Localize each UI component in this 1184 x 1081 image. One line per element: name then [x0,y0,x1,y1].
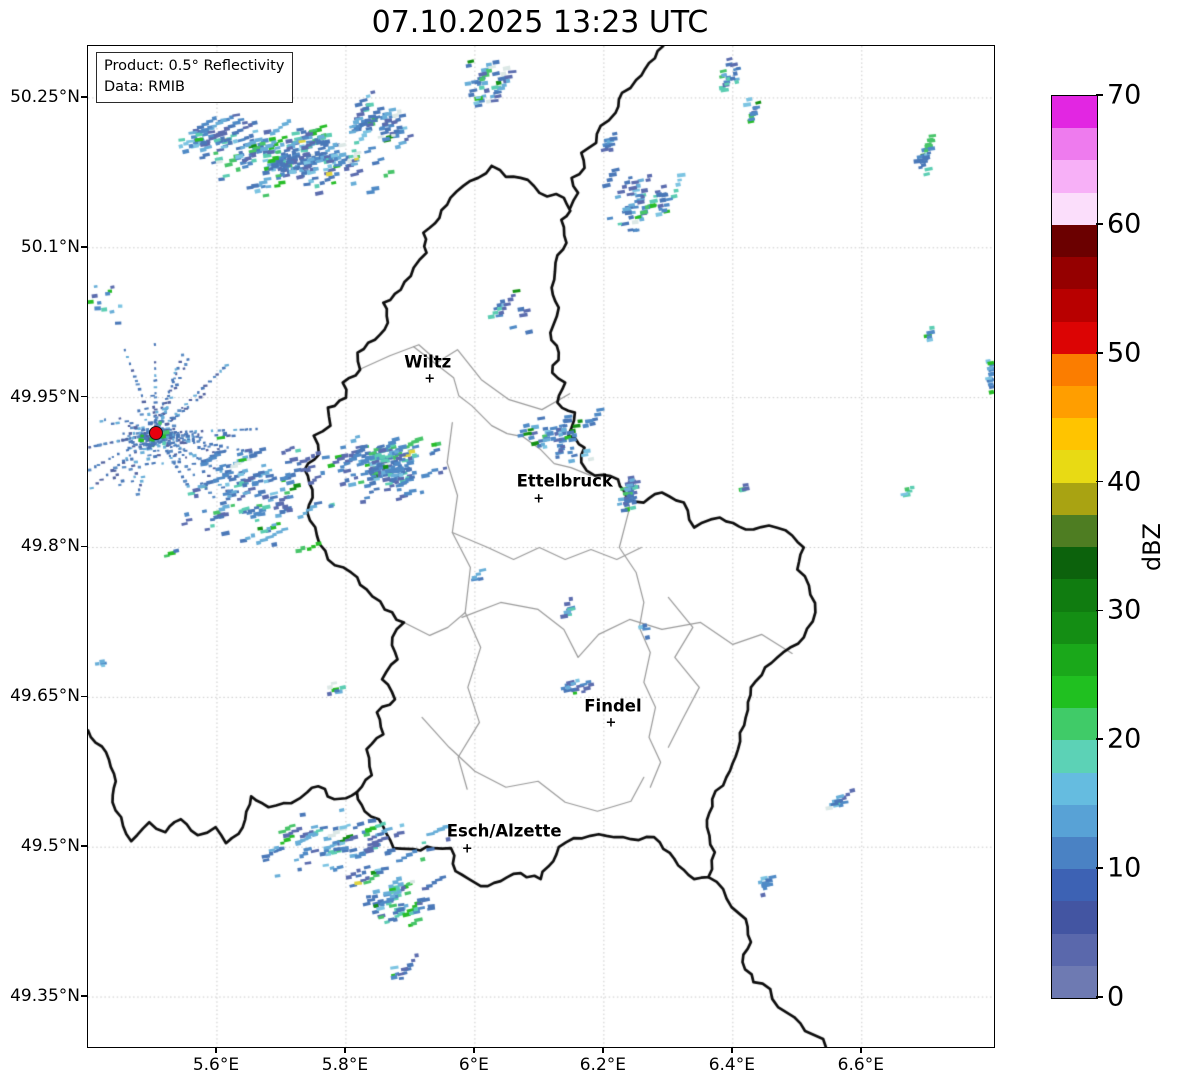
colorbar-segment [1052,901,1097,934]
city-label-findel: Findel [584,696,642,716]
radar-figure: 07.10.2025 13:23 UTC Product: 0.5° Refle… [0,0,1184,1081]
city-label-ettelbruck: Ettelbruck [516,471,613,491]
y-tick-mark [81,395,87,398]
city-marker-esch-alzette: + [461,841,473,857]
city-marker-wiltz: + [424,371,436,387]
radar-site-marker [148,425,163,440]
colorbar-segment [1052,740,1097,773]
colorbar-segment [1052,385,1097,419]
colorbar-segment [1052,708,1097,741]
y-tick-label: 49.65°N [10,686,80,707]
y-tick-label: 50.25°N [10,86,80,107]
colorbar-tick-mark [1096,351,1103,354]
colorbar-tick-mark [1096,223,1103,225]
colorbar-tick-label: 30 [1107,594,1142,626]
colorbar-segment [1052,482,1097,515]
city-marker-findel: + [605,715,617,731]
x-tick-mark [860,1048,862,1053]
figure-title: 07.10.2025 13:23 UTC [371,5,709,40]
y-tick-mark [81,845,87,847]
x-tick-label: 6.2°E [579,1055,626,1075]
colorbar-segment [1052,869,1097,902]
colorbar-tick-label: 70 [1107,79,1142,111]
y-tick-label: 49.95°N [10,386,80,407]
colorbar-segment [1052,965,1097,999]
y-tick-mark [81,96,87,98]
colorbar-segment [1052,837,1097,870]
colorbar-segment [1052,611,1097,644]
data-source-line: Data: RMIB [104,78,185,95]
colorbar-segment [1052,514,1097,548]
colorbar-tick-mark [1096,738,1103,741]
colorbar-title: dBZ [1138,522,1166,572]
x-tick-label: 6°E [458,1055,489,1075]
colorbar-segment [1052,418,1097,451]
y-tick-label: 49.8°N [20,536,80,557]
x-tick-mark [731,1048,733,1053]
y-tick-label: 49.35°N [10,986,80,1007]
product-info-box: Product: 0.5° Reflectivity Data: RMIB [96,52,294,104]
city-marker-ettelbruck: + [533,491,545,507]
y-tick-mark [81,246,87,248]
city-label-wiltz: Wiltz [404,352,452,372]
colorbar-segment [1052,128,1097,161]
colorbar-segment [1052,160,1097,193]
colorbar-segment [1052,353,1097,386]
y-tick-mark [81,545,87,548]
city-label-esch-alzette: Esch/Alzette [446,821,562,841]
y-tick-mark [81,695,87,698]
x-tick-mark [215,1048,217,1053]
colorbar [1051,95,1098,999]
x-tick-label: 6.4°E [708,1055,755,1075]
colorbar-tick-mark [1096,867,1103,869]
y-tick-label: 49.5°N [20,836,80,857]
y-tick-label: 50.1°N [20,236,80,257]
colorbar-tick-label: 20 [1107,723,1142,755]
x-tick-label: 5.6°E [192,1055,240,1075]
map-plot-area: Product: 0.5° Reflectivity Data: RMIB + W… [87,45,995,1048]
colorbar-tick-mark [1096,480,1103,483]
colorbar-segment [1052,772,1097,805]
colorbar-tick-label: 60 [1107,208,1142,240]
colorbar-tick-label: 10 [1107,852,1142,884]
colorbar-tick-mark [1096,609,1103,612]
colorbar-tick-mark [1096,94,1103,96]
colorbar-tick-label: 40 [1107,466,1142,498]
x-tick-label: 6.6°E [837,1055,884,1075]
colorbar-segment [1052,547,1097,580]
colorbar-segment [1052,450,1097,483]
y-tick-mark [81,995,87,997]
colorbar-segment [1052,224,1097,258]
colorbar-segment [1052,96,1097,129]
colorbar-segment [1052,933,1097,966]
x-tick-mark [344,1048,346,1053]
x-tick-mark [473,1048,475,1053]
colorbar-tick-label: 0 [1107,981,1125,1013]
colorbar-tick-mark [1096,996,1103,998]
colorbar-segment [1052,289,1097,322]
map-canvas [88,46,994,1047]
colorbar-segment [1052,321,1097,354]
colorbar-segment [1052,675,1097,709]
colorbar-segment [1052,643,1097,676]
x-tick-label: 5.8°E [321,1055,369,1075]
x-tick-mark [602,1048,604,1053]
colorbar-segment [1052,804,1097,838]
colorbar-segment [1052,192,1097,225]
colorbar-segment [1052,579,1097,612]
colorbar-tick-label: 50 [1107,337,1142,369]
product-line: Product: 0.5° Reflectivity [104,58,285,74]
colorbar-segment [1052,257,1097,290]
